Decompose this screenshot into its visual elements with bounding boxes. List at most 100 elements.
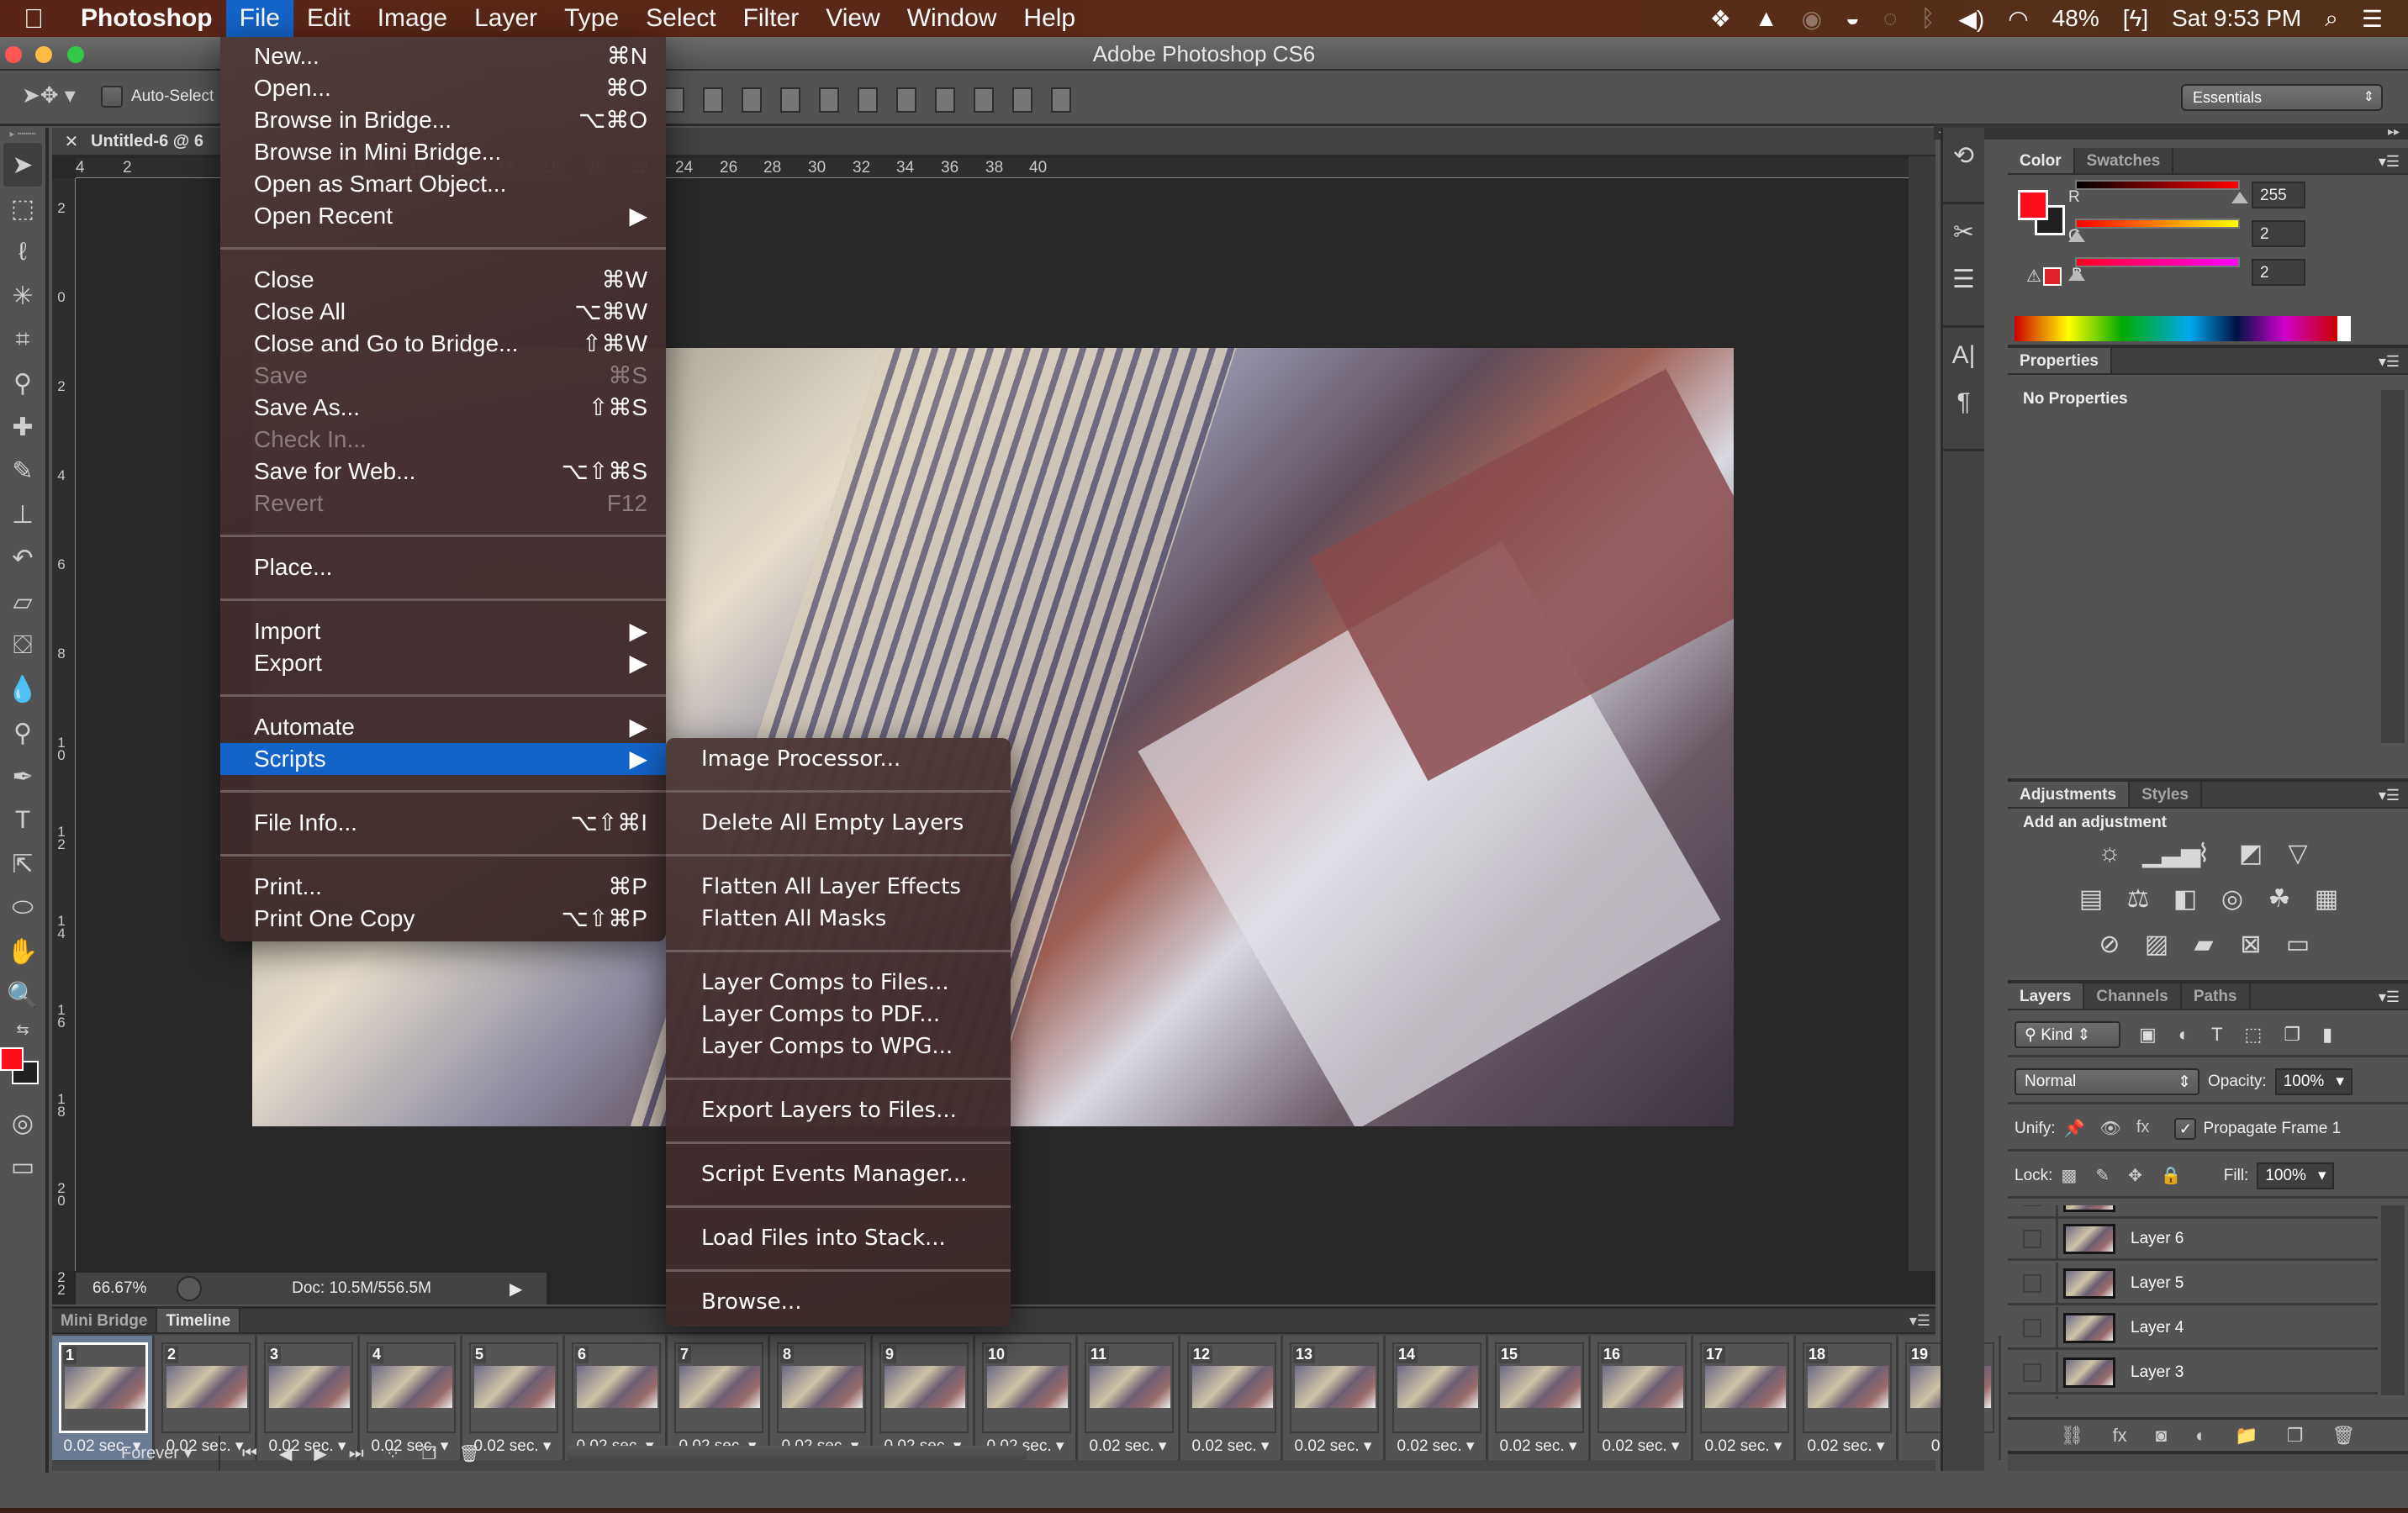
close-document-icon[interactable]: ✕ (52, 131, 91, 152)
color-ramp[interactable] (2015, 316, 2351, 341)
lasso-tool-icon[interactable]: ℓ (0, 230, 45, 274)
menu-item-browse-in-mini-bridge[interactable]: Browse in Mini Bridge... (220, 136, 666, 168)
screen-mode-icon[interactable]: ▭ (0, 1145, 45, 1189)
selective-color-icon[interactable]: ⊠ (2236, 930, 2265, 959)
filter-toggle-icon[interactable]: ▮ (2322, 1024, 2332, 1046)
tab-timeline[interactable]: Timeline (157, 1309, 241, 1332)
panel-grip[interactable]: ▸ ┅┅┅ (0, 128, 45, 143)
tab-mini-bridge[interactable]: Mini Bridge (52, 1309, 158, 1332)
frame-delay-select[interactable]: 0.02 sec. ▾ (1488, 1437, 1588, 1456)
duplicate-frame-icon[interactable]: ❐ (422, 1443, 437, 1464)
menu-item-flatten-all-layer-effects[interactable]: Flatten All Layer Effects (666, 871, 1011, 903)
distribute-bottom-icon[interactable] (896, 87, 916, 113)
menu-edit[interactable]: Edit (293, 0, 364, 37)
gamut-warning-icon[interactable]: ⚠ (2026, 266, 2041, 287)
brush-presets-icon[interactable]: ✂ (1943, 218, 1984, 265)
history-brush-tool-icon[interactable]: ↶ (0, 536, 45, 580)
ellipse-tool-icon[interactable]: ⬭ (0, 886, 45, 930)
menu-item-close-all[interactable]: Close All ⌥⌘W (220, 296, 666, 328)
lock-position-icon[interactable]: ✥ (2128, 1165, 2142, 1186)
timeline-frame[interactable]: 12 0.02 sec. ▾ (1180, 1336, 1283, 1460)
align-left-edges-icon[interactable] (780, 87, 800, 113)
workspace-switcher[interactable]: Essentials ⇕ (2181, 84, 2383, 111)
timeline-frame[interactable]: 15 0.02 sec. ▾ (1488, 1336, 1591, 1460)
apple-icon[interactable]:  (0, 3, 67, 34)
r-slider[interactable] (2075, 180, 2240, 190)
visibility-toggle[interactable] (2008, 1262, 2058, 1305)
menu-item-place[interactable]: Place... (220, 551, 666, 583)
timeline-frame[interactable]: 18 0.02 sec. ▾ (1796, 1336, 1898, 1460)
tab-swatches[interactable]: Swatches (2075, 148, 2174, 173)
spot-healing-brush-tool-icon[interactable]: ✚ (0, 405, 45, 449)
channel-mixer-icon[interactable]: ☘ (2265, 884, 2294, 914)
menu-view[interactable]: View (812, 0, 893, 37)
panel-menu-icon[interactable]: ▾☰ (2379, 353, 2400, 371)
paragraph-panel-icon[interactable]: ¶ (1943, 388, 1984, 435)
frame-delay-select[interactable]: 0.02 sec. ▾ (1796, 1437, 1896, 1456)
menu-item-layer-comps-to-files[interactable]: Layer Comps to Files... (666, 967, 1011, 999)
exposure-icon[interactable]: ◩ (2236, 839, 2265, 868)
distribute-top-icon[interactable] (819, 87, 839, 113)
distribute-centers-icon[interactable] (858, 87, 878, 113)
menu-item-automate[interactable]: Automate ▶ (220, 711, 666, 743)
menu-item-import[interactable]: Import ▶ (220, 615, 666, 647)
propagate-frame-checkbox[interactable]: ✓ (2174, 1117, 2197, 1140)
tween-icon[interactable]: ⁘ (386, 1443, 400, 1464)
threshold-icon[interactable]: ▰ (2189, 930, 2218, 959)
panel-menu-icon[interactable]: ▾☰ (2379, 153, 2400, 171)
character-panel-icon[interactable]: A| (1943, 341, 1984, 388)
r-value-field[interactable]: 255 (2252, 182, 2305, 208)
color-balance-icon[interactable]: ⚖ (2124, 884, 2152, 914)
tab-color[interactable]: Color (2008, 148, 2075, 173)
layer-row[interactable]: Layer 6 (2008, 1217, 2378, 1261)
panel-menu-icon[interactable]: ▾☰ (2379, 787, 2400, 804)
status-menu-arrow-icon[interactable]: ▶ (504, 1278, 522, 1299)
menu-item-flatten-all-masks[interactable]: Flatten All Masks (666, 903, 1011, 935)
menu-item-new[interactable]: New... ⌘N (220, 40, 666, 72)
unify-visibility-icon[interactable]: 👁 (2099, 1118, 2120, 1139)
menu-item-export[interactable]: Export ▶ (220, 647, 666, 679)
distribute-hcenter-icon[interactable] (974, 87, 994, 113)
tab-paths[interactable]: Paths (2182, 983, 2251, 1009)
menu-item-export-layers-to-files[interactable]: Export Layers to Files... (666, 1094, 1011, 1126)
collapse-right-icon[interactable]: ▸▸ (2388, 124, 2400, 139)
timeline-frame[interactable]: 90.02 sec. ▾ (873, 1336, 975, 1460)
filter-smart-object-icon[interactable]: ❐ (2284, 1024, 2300, 1046)
posterize-icon[interactable]: ▨ (2142, 930, 2171, 959)
type-tool-icon[interactable]: T (0, 799, 45, 842)
lock-all-icon[interactable]: 🔒 (2161, 1165, 2182, 1186)
vibrance-icon[interactable]: ▽ (2284, 839, 2312, 868)
tab-layers[interactable]: Layers (2008, 983, 2085, 1009)
menu-item-image-processor[interactable]: Image Processor... (666, 743, 1011, 775)
distribute-right-icon[interactable] (1012, 87, 1032, 113)
filter-kind-select[interactable]: ⚲ Kind ⇕ (2015, 1020, 2120, 1048)
menu-item-browse-in-bridge[interactable]: Browse in Bridge... ⌥⌘O (220, 104, 666, 136)
menu-help[interactable]: Help (1010, 0, 1089, 37)
wifi-icon[interactable]: ◠ (2008, 5, 2028, 33)
play-icon[interactable]: ▶ (314, 1443, 326, 1464)
timeline-frame[interactable]: 17 0.02 sec. ▾ (1693, 1336, 1796, 1460)
menu-item-save-as[interactable]: Save As... ⇧⌘S (220, 392, 666, 424)
visibility-toggle[interactable] (2008, 1205, 2058, 1218)
menu-item-print-one-copy[interactable]: Print One Copy ⌥⇧⌘P (220, 903, 666, 935)
quick-selection-tool-icon[interactable]: ✳ (0, 274, 45, 318)
add-mask-icon[interactable]: ◙ (2156, 1425, 2167, 1447)
panel-menu-icon[interactable]: ▾☰ (2379, 988, 2400, 1006)
path-selection-tool-icon[interactable]: ⇱ (0, 842, 45, 886)
document-scrollbar[interactable] (1909, 156, 1935, 1271)
g-value-field[interactable]: 2 (2252, 220, 2305, 247)
frame-delay-select[interactable]: 0.02 sec. ▾ (1078, 1437, 1178, 1456)
menu-item-close-and-go-to-bridge[interactable]: Close and Go to Bridge... ⇧⌘W (220, 328, 666, 360)
tab-adjustments[interactable]: Adjustments (2008, 782, 2131, 807)
panel-menu-icon[interactable]: ▾☰ (1909, 1312, 1930, 1330)
link-layers-icon[interactable]: ⛓ (2061, 1425, 2084, 1447)
menu-layer[interactable]: Layer (461, 0, 551, 37)
blend-mode-select[interactable]: Normal ⇕ (2015, 1068, 2199, 1095)
timeline-frame[interactable]: 60.02 sec. ▾ (565, 1336, 668, 1460)
move-tool-icon[interactable]: ➤ (3, 143, 42, 187)
zoom-level[interactable]: 66.67% (76, 1279, 177, 1298)
gradient-map-icon[interactable]: ▭ (2284, 930, 2312, 959)
menu-item-delete-all-empty-layers[interactable]: Delete All Empty Layers (666, 807, 1011, 839)
menu-item-browse[interactable]: Browse... (666, 1286, 1011, 1318)
new-layer-icon[interactable]: ❐ (2287, 1425, 2304, 1447)
